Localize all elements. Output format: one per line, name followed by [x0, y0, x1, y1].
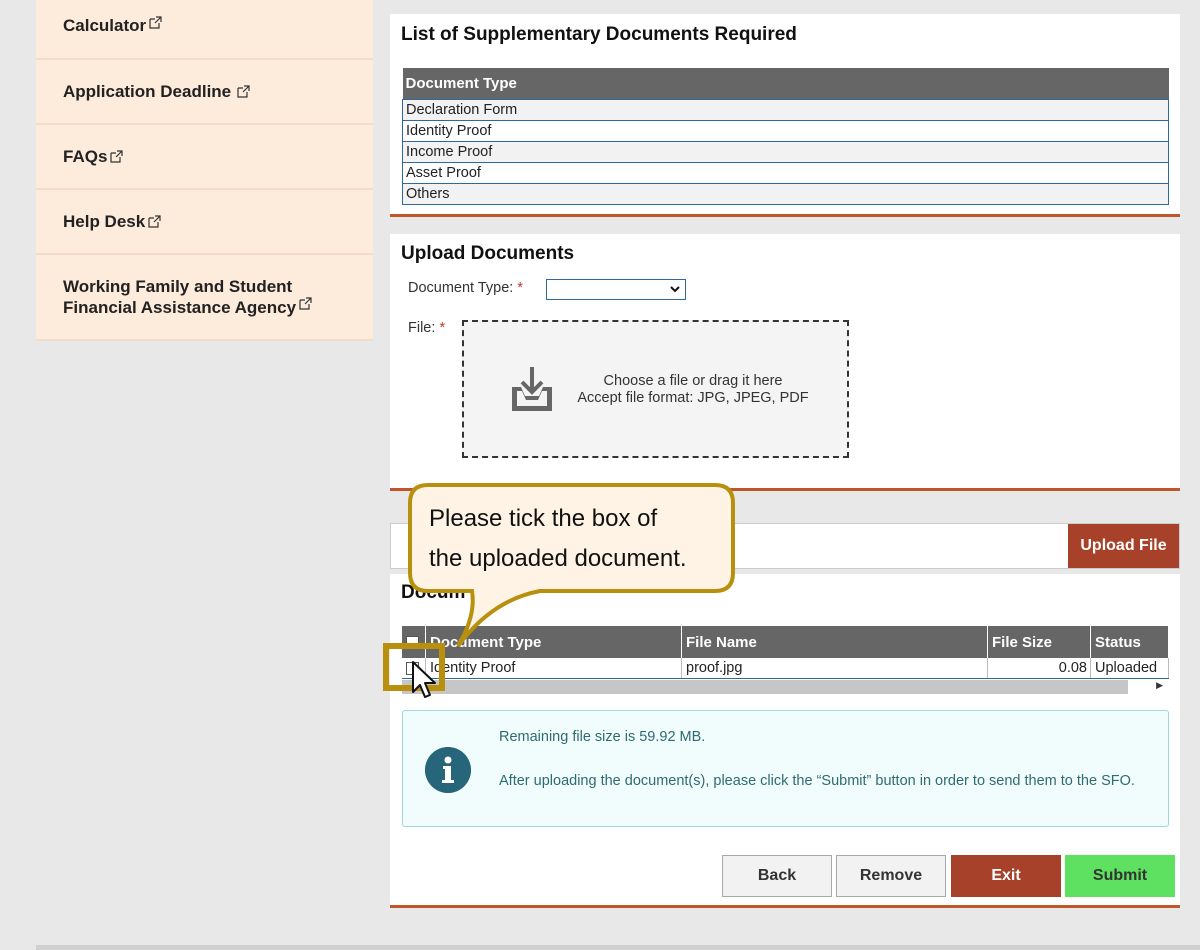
file-name-cell: proof.jpg [682, 658, 988, 678]
info-icon [425, 747, 471, 793]
table-row: Identity Proof [402, 119, 1169, 142]
dropzone-formats: Accept file format: JPG, JPEG, PDF [577, 390, 809, 406]
document-type-cell: Identity Proof [426, 658, 682, 678]
required-mark: * [439, 320, 446, 336]
sidebar-item-label: Financial Assistance Agency [63, 298, 297, 317]
submit-button[interactable]: Submit [1065, 855, 1175, 897]
table-row: Income Proof [402, 140, 1169, 163]
external-link-icon [149, 16, 162, 29]
file-label: File: * [408, 320, 446, 336]
scrollbar-thumb[interactable] [402, 680, 1128, 694]
upload-documents-panel: Upload Documents Document Type: * File: … [390, 234, 1180, 491]
panel-title: List of Supplementary Documents Required [401, 24, 797, 45]
sidebar-item-help-desk[interactable]: Help Desk [36, 190, 373, 255]
sidebar-item-calculator[interactable]: Calculator [36, 0, 373, 60]
uploaded-documents-panel: Docum Document Type File Name File Size … [390, 574, 1180, 908]
info-box: Remaining file size is 59.92 MB. After u… [402, 710, 1169, 827]
back-button[interactable]: Back [722, 855, 832, 897]
table-row: Identity Proof proof.jpg 0.08 Uploaded [402, 658, 1169, 679]
status-cell: Uploaded [1091, 658, 1169, 678]
column-header: File Name [682, 626, 988, 658]
panel-title: Docum [401, 582, 466, 603]
scroll-right-icon[interactable]: ▶ [1156, 680, 1163, 691]
exit-button[interactable]: Exit [951, 855, 1061, 897]
sidebar-item-application-deadline[interactable]: Application Deadline [36, 60, 373, 125]
panel-title: Upload Documents [401, 243, 575, 264]
sidebar-item-agency[interactable]: Working Family and Student Financial Ass… [36, 255, 373, 341]
horizontal-scrollbar[interactable]: ▶ [402, 679, 1169, 694]
submit-instruction-text: After uploading the document(s), please … [499, 773, 1135, 789]
column-header: File Size [988, 626, 1091, 658]
external-link-icon [110, 150, 124, 163]
select-all-checkbox[interactable] [406, 635, 419, 649]
document-type-select[interactable] [546, 279, 686, 300]
table-row: Others [402, 182, 1169, 205]
dropzone-instruction: Choose a file or drag it here [603, 373, 783, 389]
external-link-icon [299, 297, 312, 310]
supplementary-documents-table: Document Type Declaration Form Identity … [402, 68, 1169, 205]
file-size-cell: 0.08 [988, 658, 1091, 678]
column-header: Status [1091, 626, 1169, 658]
table-row: Declaration Form [402, 98, 1169, 121]
table-header: Document Type File Name File Size Status [402, 626, 1169, 658]
file-dropzone[interactable]: Choose a file or drag it here Accept fil… [462, 320, 849, 458]
table-row: Asset Proof [402, 161, 1169, 184]
footer-divider [36, 945, 1200, 950]
download-tray-icon [512, 367, 552, 411]
supplementary-documents-panel: List of Supplementary Documents Required… [390, 14, 1180, 217]
required-mark: * [517, 280, 524, 296]
remaining-size-text: Remaining file size is 59.92 MB. [499, 729, 706, 745]
mouse-pointer-icon [412, 661, 436, 698]
column-header: Document Type [402, 68, 1169, 99]
upload-action-bar: Upload File [390, 523, 1180, 569]
uploaded-documents-table: Document Type File Name File Size Status… [402, 626, 1169, 694]
upload-file-button[interactable]: Upload File [1068, 524, 1179, 568]
document-type-label: Document Type: * [408, 280, 524, 296]
sidebar-item-faqs[interactable]: FAQs [36, 125, 373, 190]
external-link-icon [237, 85, 250, 98]
sidebar-item-label: Working Family and Student [63, 277, 293, 296]
chevron-down-icon [670, 286, 680, 293]
external-link-icon [148, 215, 161, 228]
remove-button[interactable]: Remove [836, 855, 946, 897]
sidebar: Calculator Application Deadline FAQs Hel… [36, 0, 373, 341]
column-header: Document Type [426, 626, 682, 658]
